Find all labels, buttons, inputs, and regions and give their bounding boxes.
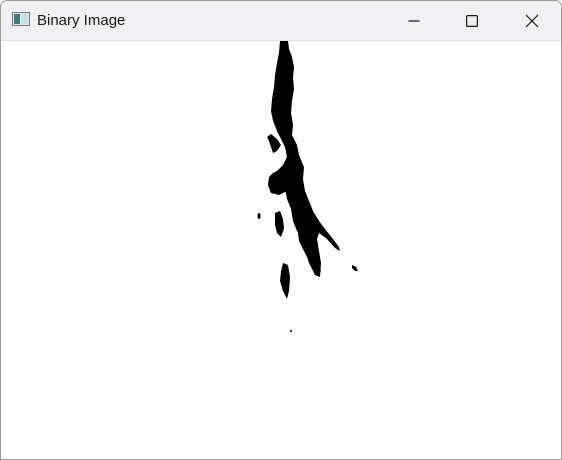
app-icon (12, 12, 30, 26)
window-title: Binary Image (37, 12, 126, 29)
binary-image-canvas (1, 41, 561, 459)
title-bar[interactable]: Binary Image (1, 1, 561, 41)
image-window: Binary Image (0, 0, 562, 460)
minimize-button[interactable] (385, 1, 443, 40)
speck-left (257, 213, 261, 219)
close-icon (525, 14, 539, 27)
maximize-icon (466, 14, 478, 27)
close-button[interactable] (503, 1, 561, 40)
speck-bottom (290, 330, 292, 332)
maximize-button[interactable] (443, 1, 501, 40)
minimize-icon (408, 19, 420, 22)
